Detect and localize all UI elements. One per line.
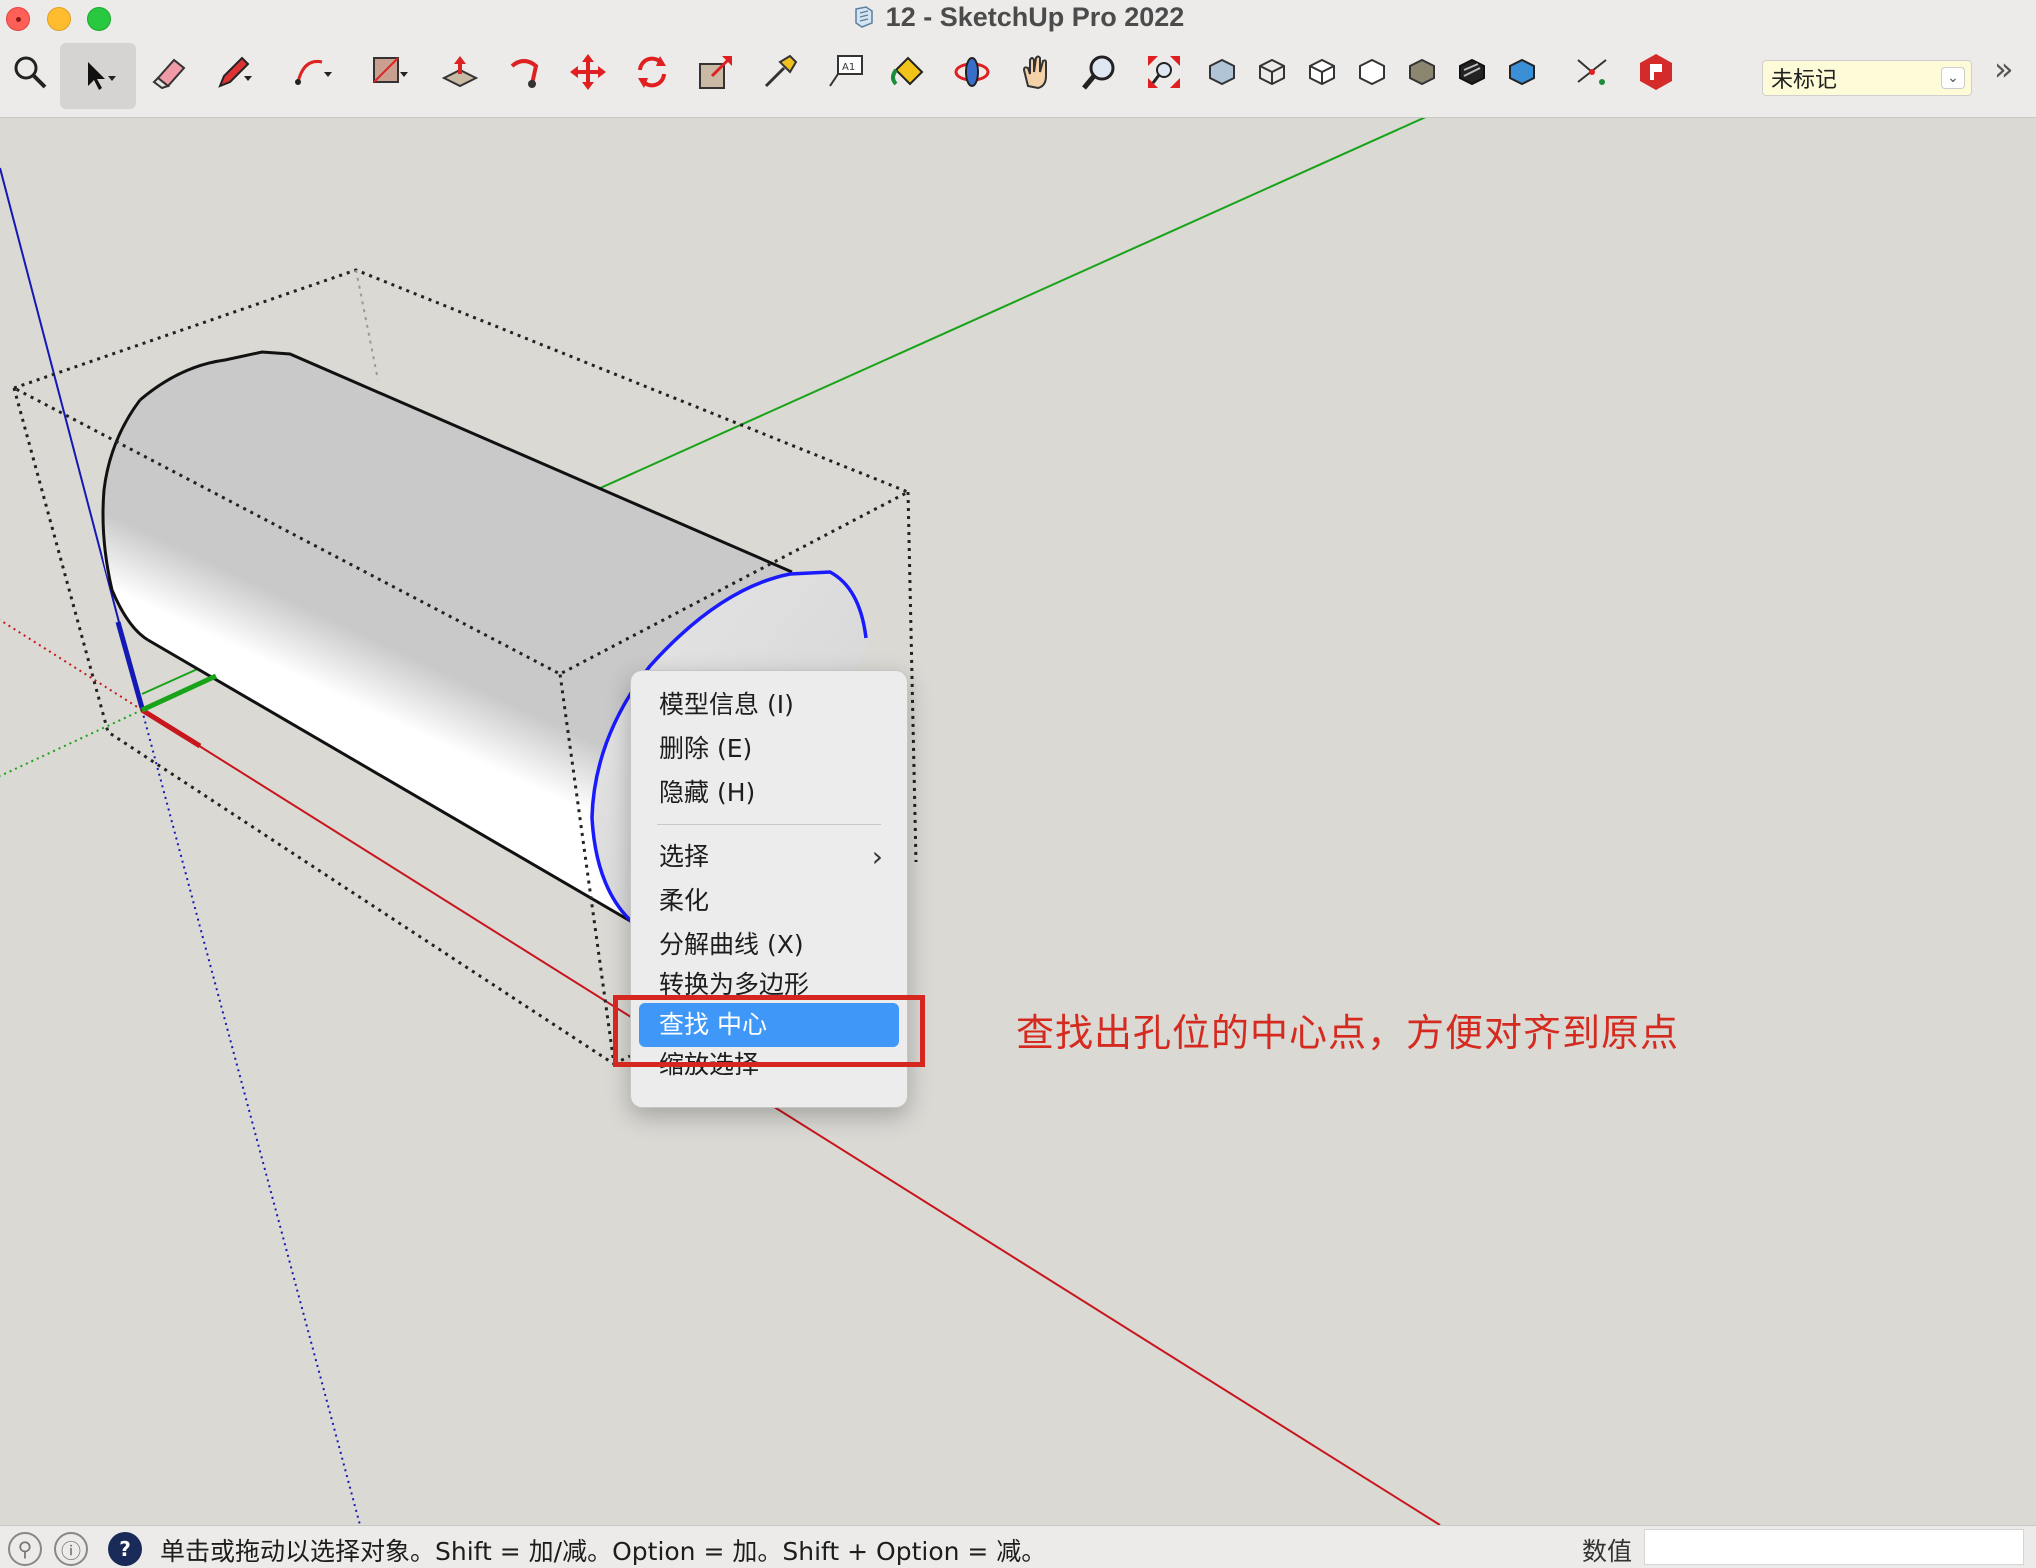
pan-icon[interactable]	[1012, 48, 1060, 96]
zoom-extents-icon[interactable]	[6, 48, 54, 96]
maximize-window-button[interactable]	[87, 7, 111, 31]
scale-icon[interactable]	[692, 48, 740, 96]
tape-measure-icon[interactable]	[756, 48, 804, 96]
title-bar: 12 - SketchUp Pro 2022	[0, 0, 2036, 34]
follow-me-icon[interactable]	[500, 48, 548, 96]
text-icon[interactable]: A1	[822, 48, 870, 96]
tag-select-value: 未标记	[1771, 68, 1838, 93]
push-pull-icon[interactable]	[436, 48, 484, 96]
chevron-down-icon: ⌄	[1941, 67, 1965, 89]
bounding-box-hidden	[355, 269, 379, 381]
select-icon[interactable]	[60, 43, 136, 109]
back-edges-icon[interactable]	[1348, 48, 1396, 96]
zoom-window-icon[interactable]	[1140, 48, 1188, 96]
menu-item-explode-curve[interactable]: 分解曲线 (X)	[631, 923, 907, 967]
axis-origin-green	[140, 673, 218, 713]
minimize-window-button[interactable]	[47, 7, 71, 31]
annotation-highlight-box	[613, 995, 925, 1067]
measurements-label: 数值	[1582, 1537, 1633, 1566]
window-title: 12 - SketchUp Pro 2022	[852, 1, 1185, 33]
geolocation-icon[interactable]: ⚲	[8, 1532, 42, 1566]
wireframe-icon[interactable]	[1248, 48, 1296, 96]
rotate-icon[interactable]	[628, 48, 676, 96]
hidden-line-icon[interactable]	[1298, 48, 1346, 96]
window-title-text: 12 - SketchUp Pro 2022	[885, 1, 1185, 32]
sandbox-icon[interactable]	[1568, 48, 1616, 96]
eraser-icon[interactable]	[146, 48, 194, 96]
monochrome-icon[interactable]	[1498, 48, 1546, 96]
instructor-help-icon[interactable]: ?	[108, 1532, 142, 1566]
shaded-icon[interactable]	[1398, 48, 1446, 96]
drawing-viewport[interactable]	[0, 118, 2036, 1525]
green-axis-negative	[0, 709, 143, 777]
close-window-button[interactable]	[6, 7, 30, 31]
selected-z-edge	[115, 621, 145, 709]
zoom-icon[interactable]	[1076, 48, 1124, 96]
chevron-right-icon: ›	[871, 840, 883, 873]
menu-item-select[interactable]: 选择 ›	[631, 835, 907, 879]
menu-item-hide[interactable]: 隐藏 (H)	[631, 771, 907, 815]
menu-item-soften[interactable]: 柔化	[631, 879, 907, 923]
orbit-icon[interactable]	[948, 48, 996, 96]
menu-separator	[657, 824, 881, 825]
rectangle-icon[interactable]	[364, 48, 412, 96]
blue-axis-negative	[141, 709, 361, 1525]
svg-text:A1: A1	[842, 62, 855, 73]
pencil-icon[interactable]	[210, 48, 258, 96]
extension-warehouse-icon[interactable]	[1632, 48, 1680, 96]
arc-icon[interactable]	[288, 48, 336, 96]
sketchup-window: 12 - SketchUp Pro 2022 A1 未标记 ⌄ » 模型信息 (…	[0, 0, 2036, 1568]
menu-item-delete[interactable]: 删除 (E)	[631, 727, 907, 771]
model-canvas[interactable]	[0, 118, 2036, 1525]
credits-icon[interactable]: ⓘ	[54, 1532, 88, 1566]
menu-item-select-label: 选择	[659, 842, 710, 871]
xray-icon[interactable]	[1198, 48, 1246, 96]
tag-select[interactable]: 未标记 ⌄	[1762, 60, 1972, 96]
shaded-texture-icon[interactable]	[1448, 48, 1496, 96]
paint-bucket-icon[interactable]	[884, 48, 932, 96]
more-tools-icon[interactable]: »	[1994, 50, 2014, 88]
sketchup-file-icon	[854, 6, 873, 28]
annotation-note: 查找出孔位的中心点，方便对齐到原点	[1016, 1011, 1680, 1055]
status-hint: 单击或拖动以选择对象。Shift = 加/减。Option = 加。Shift …	[160, 1537, 1047, 1566]
menu-item-model-info[interactable]: 模型信息 (I)	[631, 683, 907, 727]
status-bar: ⚲ ⓘ ? 单击或拖动以选择对象。Shift = 加/减。Option = 加。…	[0, 1525, 2036, 1568]
move-icon[interactable]	[564, 48, 612, 96]
measurements-input[interactable]	[1644, 1529, 2024, 1565]
main-toolbar: A1 未标记 ⌄ »	[0, 34, 2036, 118]
